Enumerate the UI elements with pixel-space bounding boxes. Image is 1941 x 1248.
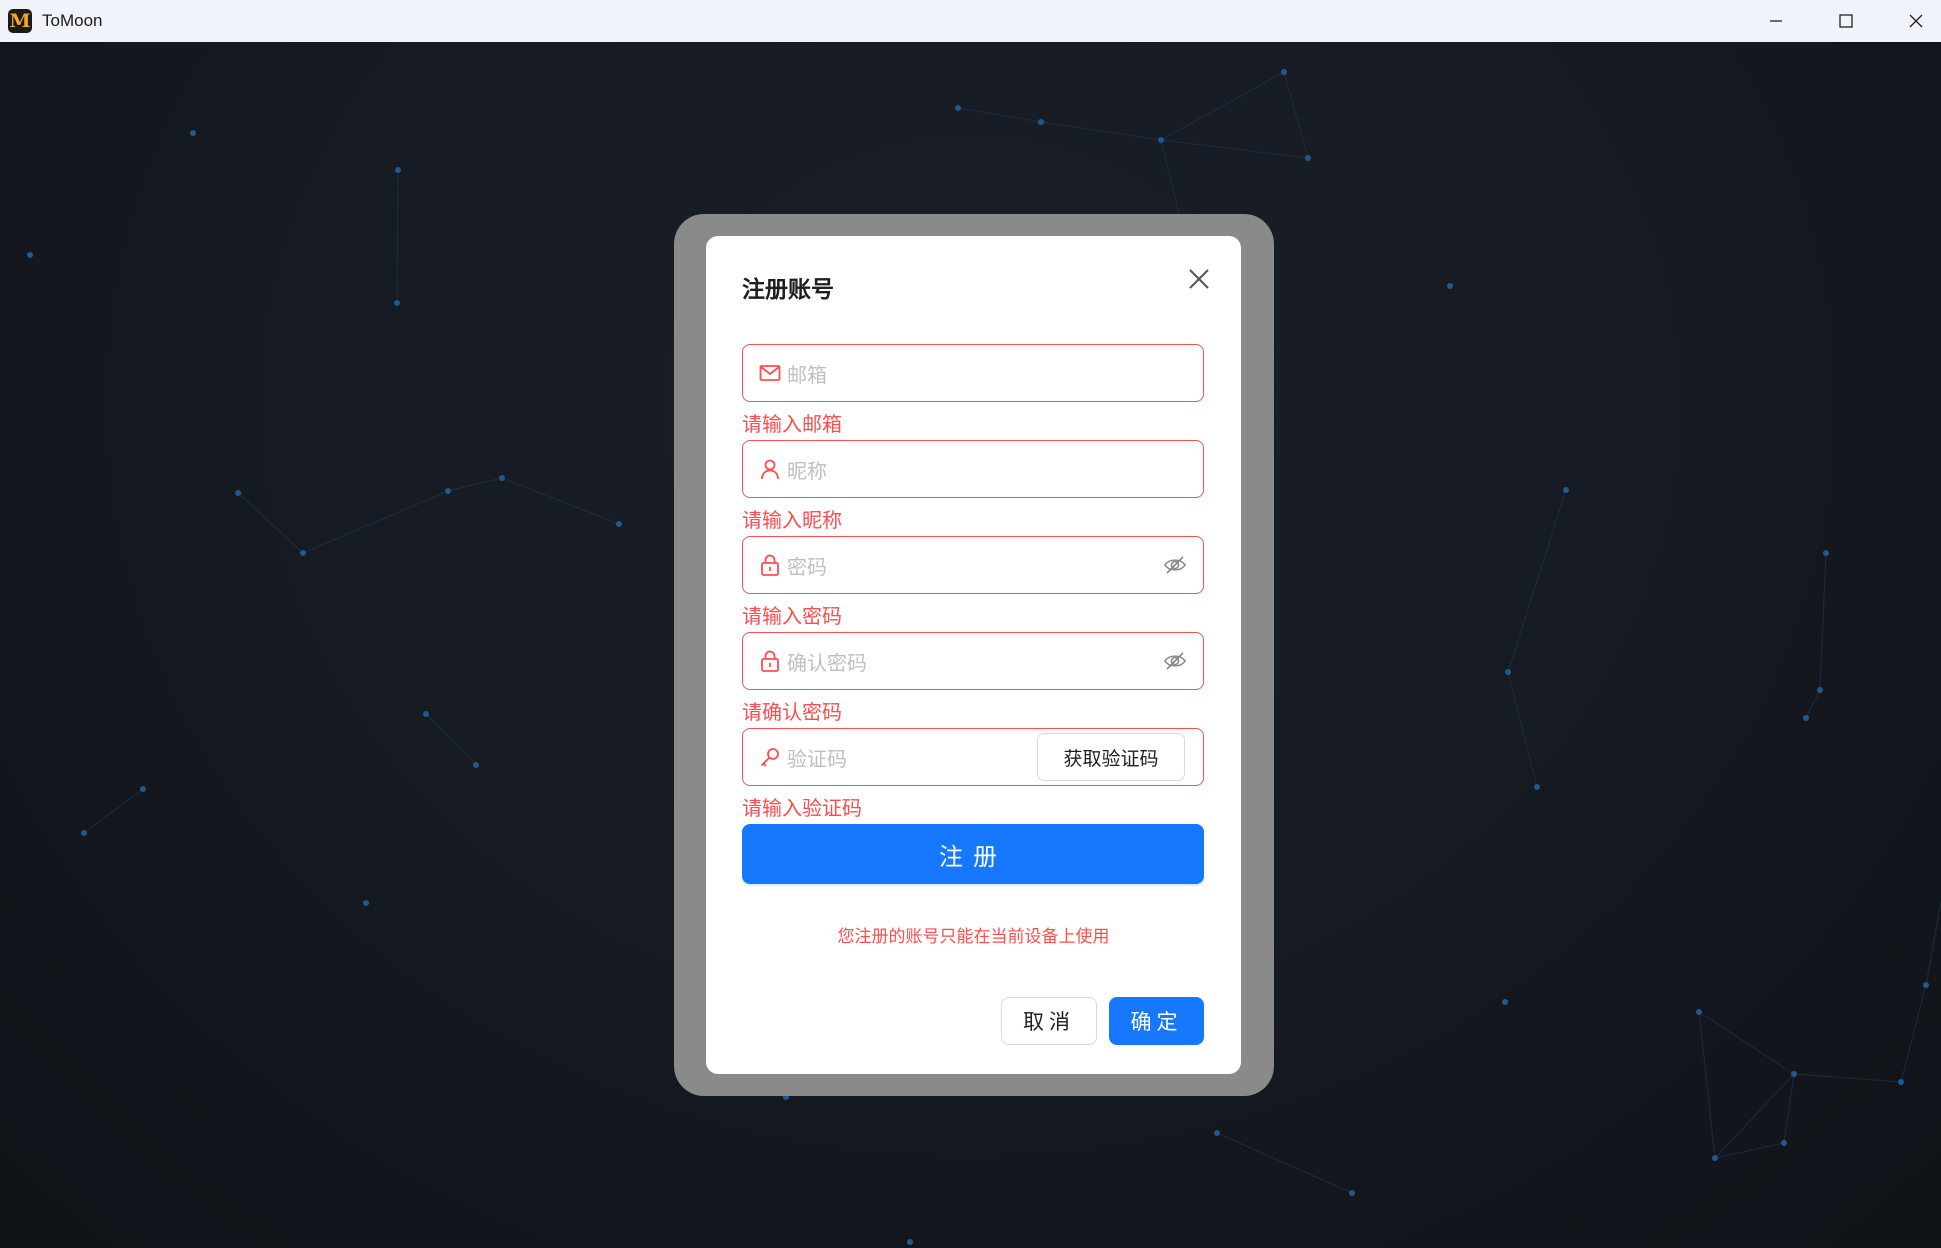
dialog-title: 注册账号 [742,277,834,303]
minimize-button[interactable] [1741,0,1811,42]
mail-icon [759,362,781,384]
dialog-close-button[interactable] [1186,266,1212,292]
email-field[interactable]: 邮箱 [742,344,1204,402]
window-titlebar: M ToMoon [0,0,1941,43]
device-notice: 您注册的账号只能在当前设备上使用 [837,927,1110,947]
get-code-button[interactable]: 获取验证码 [1037,733,1185,781]
lock-icon [759,554,781,576]
cancel-button[interactable]: 取消 [1001,997,1097,1045]
user-icon [759,458,781,480]
password-input[interactable]: 密码 [787,551,827,580]
confirm-password-field[interactable]: 确认密码 [742,632,1204,690]
verification-code-error: 请输入验证码 [742,796,862,820]
verification-code-input[interactable]: 验证码 [787,743,847,772]
verification-code-field[interactable]: 验证码 获取验证码 [742,728,1204,786]
eye-invisible-icon[interactable] [1163,650,1187,672]
minimize-icon [1770,20,1782,22]
lock-icon [759,650,781,672]
nickname-input[interactable]: 昵称 [787,455,827,484]
password-field[interactable]: 密码 [742,536,1204,594]
close-window-button[interactable] [1881,0,1941,42]
key-icon [759,746,781,768]
window-title: ToMoon [42,11,103,30]
email-error: 请输入邮箱 [742,412,842,436]
app-logo-letter: M [9,10,31,32]
register-dialog: 注册账号 邮箱 请输入邮箱 昵称 请输入昵称 密码 请输入密码 确认密码 请确认… [706,236,1241,1074]
app-logo-icon: M [8,9,32,33]
register-button[interactable]: 注册 [742,824,1204,884]
confirm-password-input[interactable]: 确认密码 [787,647,867,676]
close-icon [1909,14,1923,28]
email-input[interactable]: 邮箱 [787,359,827,388]
close-icon [1189,269,1209,289]
eye-invisible-icon[interactable] [1163,554,1187,576]
password-error: 请输入密码 [742,604,842,628]
nickname-field[interactable]: 昵称 [742,440,1204,498]
ok-button[interactable]: 确定 [1109,997,1204,1045]
maximize-button[interactable] [1811,0,1881,42]
confirm-password-error: 请确认密码 [742,700,842,724]
maximize-icon [1839,14,1853,28]
nickname-error: 请输入昵称 [742,508,842,532]
